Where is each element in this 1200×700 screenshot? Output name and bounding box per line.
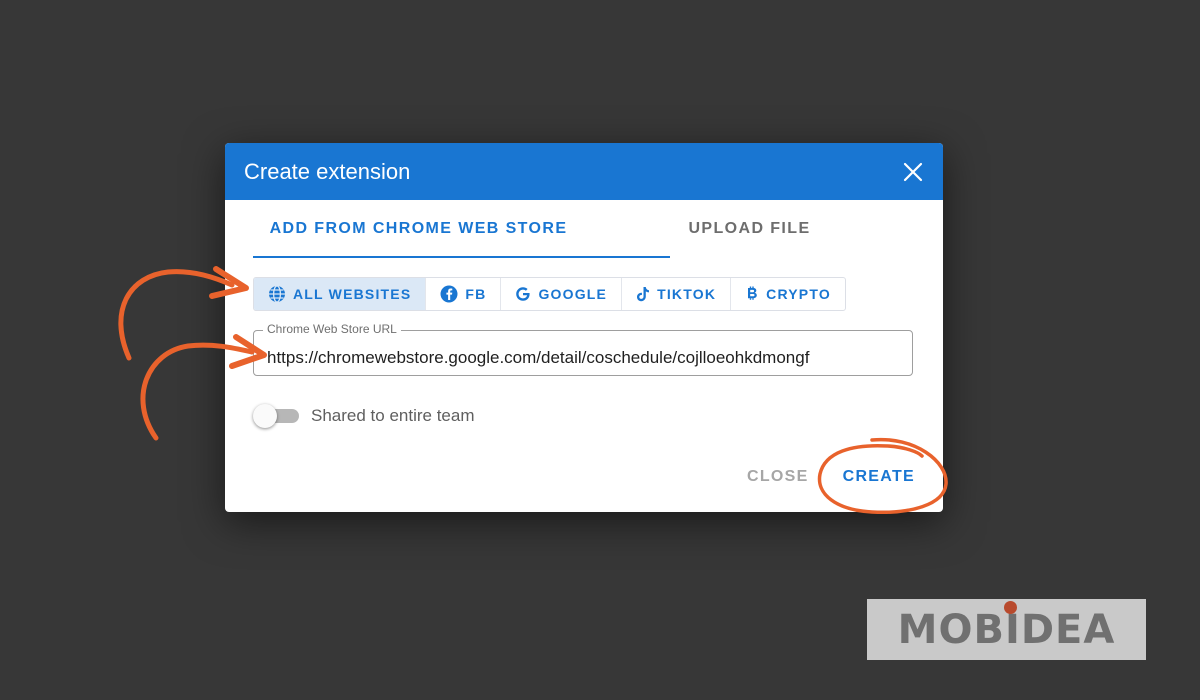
tab-add-from-chrome-web-store[interactable]: ADD FROM CHROME WEB STORE — [253, 200, 584, 258]
close-button[interactable]: CLOSE — [747, 468, 809, 486]
filter-fb[interactable]: FB — [426, 278, 502, 310]
bitcoin-icon — [748, 286, 757, 300]
tab-upload-file[interactable]: UPLOAD FILE — [584, 200, 915, 258]
annotation-arrow-upper — [118, 269, 235, 361]
tab-label: ADD FROM CHROME WEB STORE — [269, 220, 568, 237]
google-icon — [516, 287, 531, 301]
shared-to-team-toggle[interactable] — [253, 404, 299, 428]
filter-label: CRYPTO — [766, 286, 831, 302]
watermark-dot — [1004, 601, 1017, 614]
facebook-icon — [440, 285, 458, 303]
category-filter-group: ALL WEBSITES FB GOOGLE TIKTOK CRYPTO — [253, 277, 846, 311]
tab-bar: ADD FROM CHROME WEB STORE UPLOAD FILE — [253, 200, 915, 258]
chrome-web-store-url-input[interactable] — [254, 331, 912, 375]
filter-tiktok[interactable]: TIKTOK — [622, 278, 732, 310]
filter-label: FB — [465, 286, 487, 302]
filter-label: TIKTOK — [657, 286, 717, 302]
close-icon[interactable] — [901, 160, 925, 184]
tiktok-icon — [637, 287, 650, 302]
chrome-web-store-url-field: Chrome Web Store URL — [253, 322, 913, 376]
dialog-header: Create extension — [225, 143, 943, 200]
filter-all-websites[interactable]: ALL WEBSITES — [254, 278, 427, 310]
dialog-actions: CLOSE CREATE — [747, 468, 915, 486]
toggle-thumb — [253, 404, 277, 428]
watermark-text: MOBIDEA — [897, 606, 1116, 653]
shared-to-team-label: Shared to entire team — [311, 406, 475, 425]
create-button[interactable]: CREATE — [843, 468, 915, 486]
shared-to-team-row: Shared to entire team — [253, 404, 474, 428]
dialog-title: Create extension — [244, 158, 411, 184]
create-extension-dialog: Create extension ADD FROM CHROME WEB STO… — [225, 143, 943, 512]
globe-icon — [269, 285, 285, 303]
tab-label: UPLOAD FILE — [688, 220, 811, 237]
filter-label: ALL WEBSITES — [293, 286, 412, 302]
filter-label: GOOGLE — [538, 286, 608, 302]
filter-crypto[interactable]: CRYPTO — [731, 278, 845, 310]
active-tab-indicator — [253, 256, 670, 258]
filter-google[interactable]: GOOGLE — [501, 278, 623, 310]
